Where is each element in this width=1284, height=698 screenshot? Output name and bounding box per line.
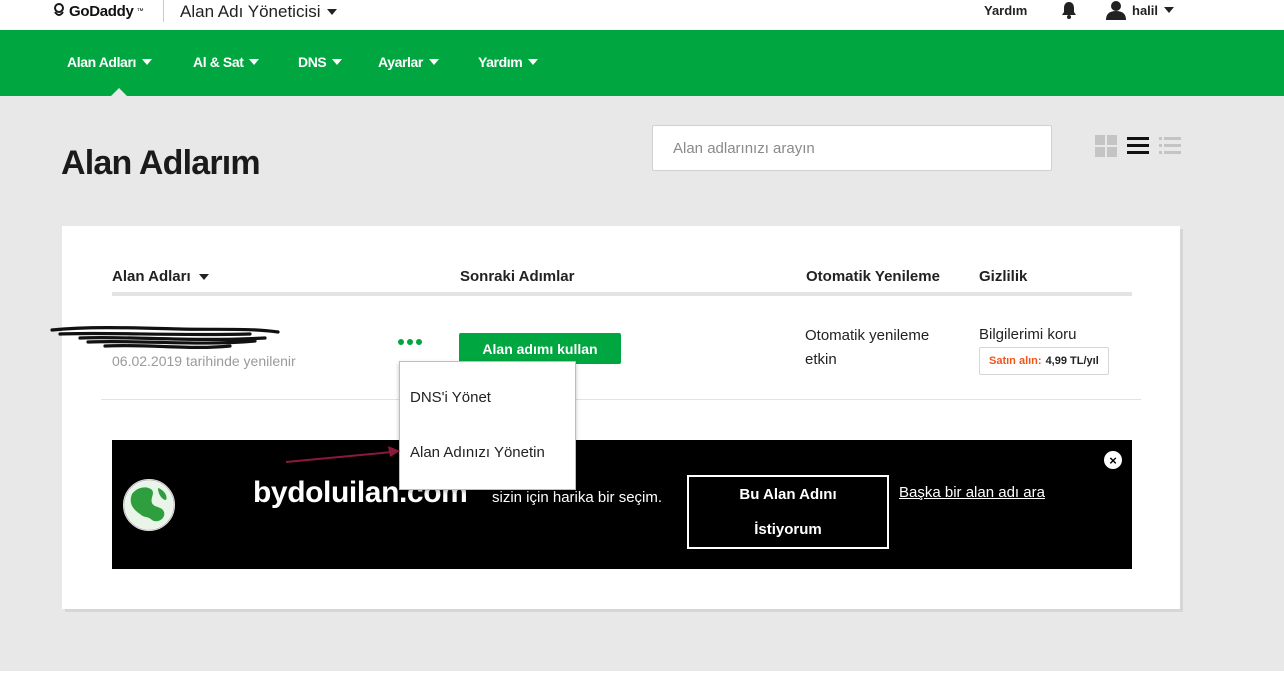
more-actions-icon[interactable]	[398, 339, 422, 345]
column-header-domains[interactable]: Alan Adları	[112, 268, 209, 285]
main-nav: Alan Adları Al & Sat DNS Ayarlar Yardım	[0, 30, 1284, 96]
top-divider	[163, 0, 164, 22]
auto-renew-status: Otomatik yenileme etkin	[805, 327, 930, 368]
search-another-domain-link[interactable]: Başka bir alan adı ara	[899, 484, 1045, 501]
buy-price: 4,99 TL/yıl	[1045, 355, 1099, 367]
column-header-privacy: Gizlilik	[979, 268, 1028, 285]
app-title-menu[interactable]: Alan Adı Yöneticisi	[180, 2, 337, 22]
actions-dropdown: DNS'i Yönet Alan Adınızı Yönetin	[399, 361, 576, 490]
nav-item-help[interactable]: Yardım	[478, 54, 539, 70]
chevron-down-icon	[332, 59, 343, 65]
user-icon	[1106, 1, 1126, 20]
menu-item-manage-domain[interactable]: Alan Adınızı Yönetin	[410, 444, 545, 461]
user-menu[interactable]: halil	[1106, 0, 1175, 20]
column-header-auto-renew: Otomatik Yenileme	[806, 268, 940, 285]
close-icon[interactable]: ×	[1104, 451, 1122, 469]
domains-card: Alan Adları Sonraki Adımlar Otomatik Yen…	[50, 226, 1180, 609]
logo-trademark: ™	[136, 7, 144, 15]
want-domain-button[interactable]: Bu Alan Adını İstiyorum	[687, 475, 889, 549]
logo-text: GoDaddy	[69, 2, 134, 20]
grid-view-icon[interactable]	[1094, 134, 1118, 158]
nav-item-label: DNS	[298, 54, 327, 70]
top-help-link[interactable]: Yardım	[984, 3, 1027, 18]
domain-suggestion-banner: bydoluilan.com sizin için harika bir seç…	[112, 440, 1132, 569]
buy-label: Satın alın:	[989, 355, 1042, 367]
godaddy-logo-icon	[54, 3, 64, 16]
bell-icon[interactable]	[1061, 1, 1077, 19]
active-nav-pointer	[111, 88, 127, 96]
chevron-down-icon	[249, 59, 260, 65]
column-header-next-steps: Sonraki Adımlar	[460, 268, 575, 285]
renew-date: 06.02.2019 tarihinde yenilenir	[112, 353, 296, 369]
use-domain-button[interactable]: Alan adımı kullan	[459, 333, 621, 364]
row-divider	[101, 399, 1141, 400]
privacy-buy-button[interactable]: Satın alın: 4,99 TL/yıl	[979, 347, 1109, 375]
godaddy-logo[interactable]: GoDaddy ™	[52, 0, 144, 22]
nav-item-dns[interactable]: DNS	[298, 54, 343, 70]
chevron-down-icon	[141, 59, 152, 65]
user-name: halil	[1132, 2, 1159, 18]
want-domain-button-line1: Bu Alan Adını	[739, 486, 837, 503]
header-divider	[112, 292, 1132, 296]
top-bar: GoDaddy ™ Alan Adı Yöneticisi Yardım hali…	[0, 0, 1284, 30]
globe-icon	[123, 479, 175, 531]
redacted-domain-scribble	[50, 326, 280, 350]
chevron-down-icon	[326, 9, 337, 15]
want-domain-button-line2: İstiyorum	[754, 521, 822, 538]
page-title: Alan Adlarım	[61, 144, 261, 182]
nav-item-label: Ayarlar	[378, 54, 423, 70]
nav-item-label: Al & Sat	[193, 54, 244, 70]
chevron-down-icon	[528, 59, 539, 65]
search-input[interactable]	[652, 125, 1052, 171]
sort-down-icon	[198, 273, 209, 280]
suggestion-text: sizin için harika bir seçim.	[492, 489, 663, 506]
list-view-icon[interactable]	[1126, 134, 1150, 158]
compact-list-view-icon[interactable]	[1158, 134, 1182, 158]
chevron-down-icon	[1164, 7, 1175, 13]
column-header-label: Alan Adları	[112, 268, 191, 285]
app-title: Alan Adı Yöneticisi	[180, 2, 321, 21]
annotation-arrow-icon	[285, 446, 400, 463]
nav-item-settings[interactable]: Ayarlar	[378, 54, 439, 70]
nav-item-label: Yardım	[478, 54, 523, 70]
chevron-down-icon	[428, 59, 439, 65]
main-content: Alan Adlarım Alan Adları Sonraki Adımlar…	[0, 96, 1284, 671]
nav-item-label: Alan Adları	[67, 54, 136, 70]
nav-item-domains[interactable]: Alan Adları	[67, 54, 152, 70]
menu-item-manage-dns[interactable]: DNS'i Yönet	[410, 389, 491, 406]
privacy-label: Bilgilerimi koru	[979, 326, 1077, 343]
nav-item-buy-sell[interactable]: Al & Sat	[193, 54, 260, 70]
